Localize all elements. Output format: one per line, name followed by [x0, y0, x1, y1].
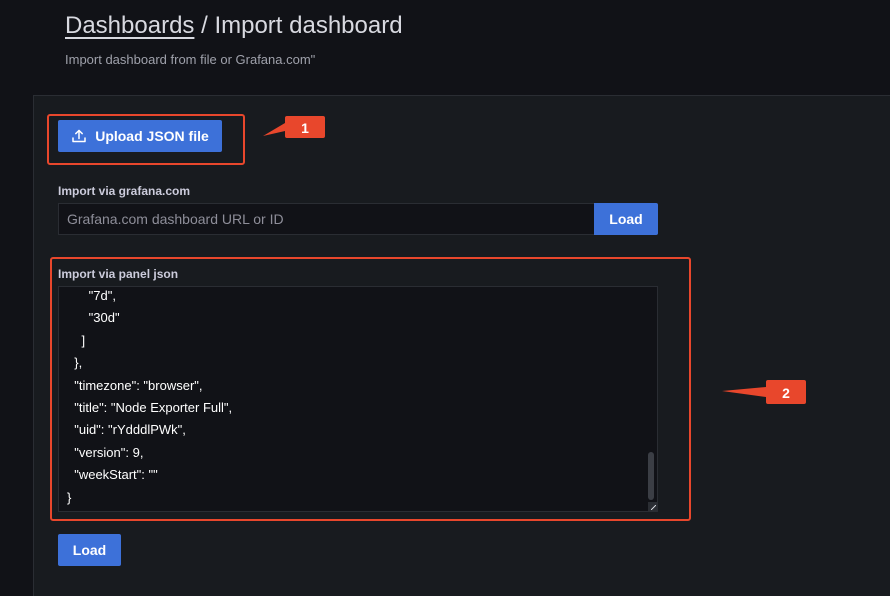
annotation-callout-2: 2: [722, 380, 806, 406]
panel-json-load-button[interactable]: Load: [58, 534, 121, 566]
page-title: Dashboards / Import dashboard: [65, 10, 403, 42]
page-subtitle: Import dashboard from file or Grafana.co…: [65, 52, 316, 67]
grafana-load-button[interactable]: Load: [594, 203, 658, 235]
breadcrumb-separator: /: [194, 12, 215, 39]
page-header: Dashboards / Import dashboard: [65, 10, 403, 42]
annotation-highlight-2: [50, 257, 691, 521]
breadcrumb-dashboards[interactable]: Dashboards: [65, 12, 194, 39]
annotation-callout-1: 1: [263, 116, 325, 140]
breadcrumb-current: Import dashboard: [214, 12, 403, 39]
callout-2-number: 2: [782, 385, 790, 401]
callout-1-number: 1: [301, 120, 309, 136]
annotation-highlight-1: [47, 114, 245, 165]
grafana-import-label: Import via grafana.com: [58, 184, 191, 198]
grafana-url-input[interactable]: [58, 203, 594, 235]
